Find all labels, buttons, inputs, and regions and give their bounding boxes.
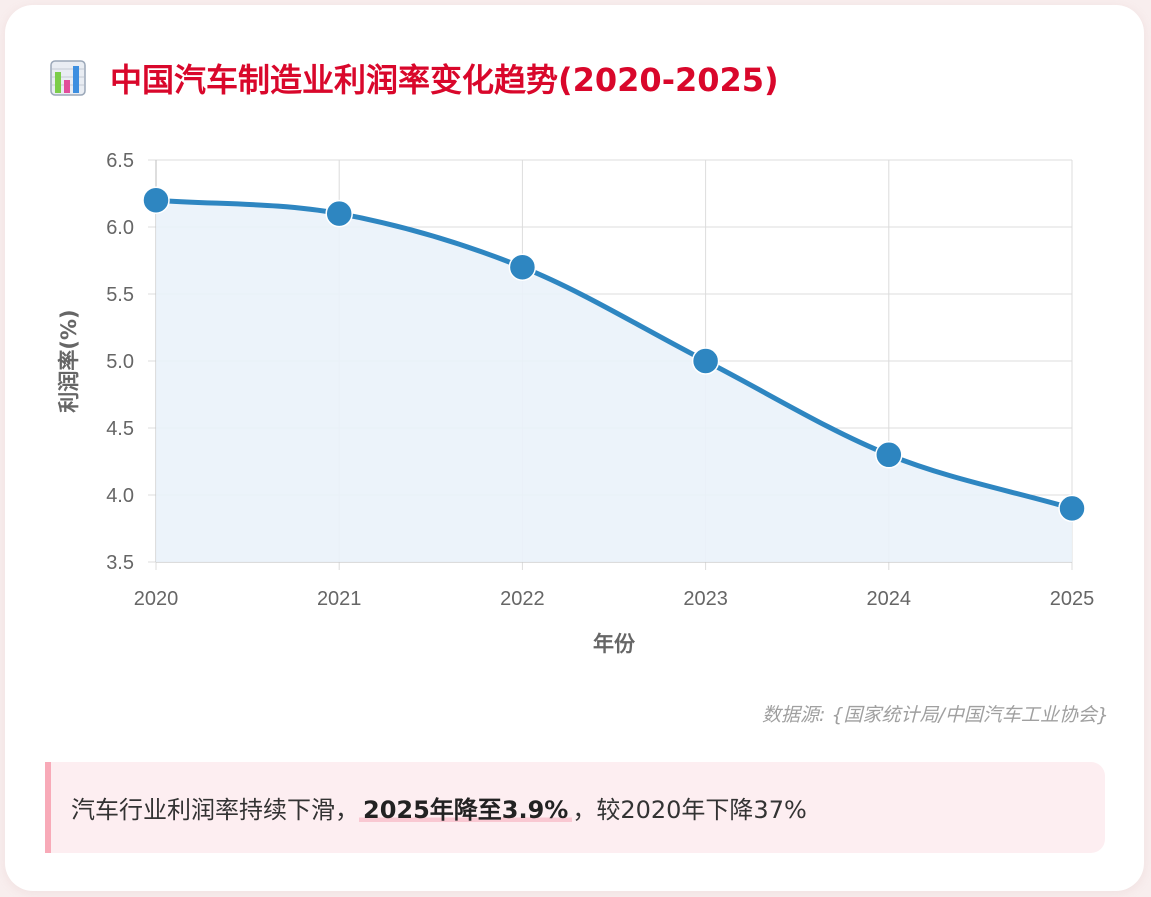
- data-source: 数据源: {国家统计局/中国汽车工业协会}: [761, 704, 1109, 726]
- y-axis-ticks: 6.5 6.0 5.5 5.0 4.5 4.0 3.5: [106, 150, 134, 574]
- data-point[interactable]: [325, 199, 353, 228]
- data-point[interactable]: [1058, 494, 1086, 523]
- x-tick-label: 2020: [134, 588, 179, 610]
- data-point[interactable]: [508, 253, 537, 281]
- data-point[interactable]: [142, 186, 170, 214]
- y-tick-label: 6.5: [106, 150, 134, 172]
- insight-prefix: 汽车行业利润率持续下滑，: [71, 796, 359, 824]
- area-fill: [156, 200, 1072, 562]
- x-tick-label: 2024: [867, 588, 912, 610]
- insight-highlight: 2025年降至3.9%: [359, 790, 573, 825]
- x-axis-title: 年份: [593, 632, 636, 656]
- y-tick-label: 4.5: [106, 418, 134, 440]
- x-tick-label: 2021: [317, 588, 362, 610]
- x-tick-label: 2025: [1050, 588, 1095, 610]
- x-tick-label: 2023: [683, 588, 728, 610]
- y-axis-title: 利润率(%): [57, 309, 81, 412]
- insight-suffix: ，较2020年下降37%: [572, 796, 807, 824]
- y-tick-label: 5.5: [106, 284, 134, 306]
- x-axis-ticks: 2020 2021 2022 2023 2024 2025: [134, 588, 1095, 610]
- y-tick-label: 5.0: [106, 351, 134, 373]
- y-tick-label: 4.0: [106, 485, 134, 507]
- data-point[interactable]: [691, 347, 720, 375]
- line-chart: 6.56.05.55.04.54.03.5 2020 2021 2022 2023 20…: [57, 150, 1095, 656]
- x-tick-label: 2022: [500, 588, 545, 610]
- data-point[interactable]: [875, 441, 903, 469]
- insight-box: 汽车行业利润率持续下滑， 2025年降至3.9% ，较2020年下降37%: [45, 762, 1105, 853]
- y-tick-label: 6.0: [106, 217, 134, 239]
- y-tick-label: 3.5: [106, 552, 134, 574]
